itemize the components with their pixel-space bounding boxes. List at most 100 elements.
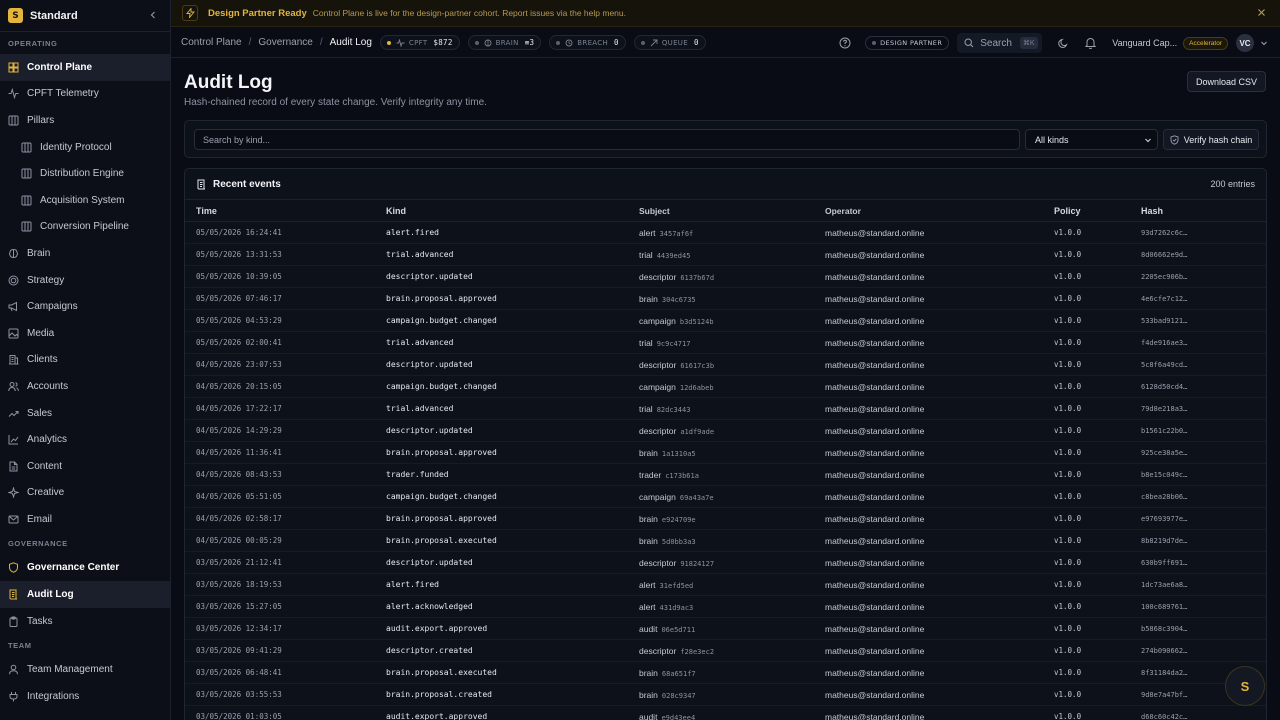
table-row[interactable]: 03/05/2026 03:55:53 brain.proposal.creat…	[185, 684, 1266, 706]
sidebar-item-analytics[interactable]: Analytics	[0, 426, 170, 453]
cell-policy: v1.0.0	[1054, 316, 1082, 325]
sidebar-item-tasks[interactable]: Tasks	[0, 608, 170, 635]
sidebar-item-clients[interactable]: Clients	[0, 347, 170, 374]
sidebar-item-pillars[interactable]: Pillars	[0, 107, 170, 134]
cell-hash[interactable]: 8f31184da2…	[1141, 669, 1241, 677]
column-header-operator[interactable]: Operator	[825, 206, 1054, 216]
cell-hash[interactable]: b8e15c049c…	[1141, 471, 1241, 479]
chevron-down-icon[interactable]	[1260, 39, 1268, 47]
metric-label: BRAIN	[495, 38, 519, 47]
close-banner-icon[interactable]	[1257, 8, 1266, 17]
table-row[interactable]: 05/05/2026 04:53:29 campaign.budget.chan…	[185, 310, 1266, 332]
table-row[interactable]: 04/05/2026 02:58:17 brain.proposal.appro…	[185, 508, 1266, 530]
sidebar-item-media[interactable]: Media	[0, 320, 170, 347]
cell-hash[interactable]: 1dc73ae6a8…	[1141, 581, 1241, 589]
download-csv-button[interactable]: Download CSV	[1186, 71, 1266, 92]
sidebar-item-team-management[interactable]: Team Management	[0, 656, 170, 683]
table-row[interactable]: 05/05/2026 02:00:41 trial.advanced trial…	[185, 332, 1266, 354]
cell-hash[interactable]: 100c689761…	[1141, 603, 1241, 611]
table-row[interactable]: 04/05/2026 08:43:53 trader.funded trader…	[185, 464, 1266, 486]
cell-hash[interactable]: c8bea28b06…	[1141, 493, 1241, 501]
sidebar-item-control-plane[interactable]: Control Plane	[0, 54, 170, 81]
table-row[interactable]: 05/05/2026 10:39:05 descriptor.updated d…	[185, 266, 1266, 288]
assistant-fab-button[interactable]: S	[1225, 666, 1265, 706]
organization-name[interactable]: Vanguard Cap...	[1112, 38, 1177, 48]
sidebar-item-label: Strategy	[27, 274, 65, 286]
cell-hash[interactable]: 8b8219d7de…	[1141, 537, 1241, 545]
sidebar-item-audit-log[interactable]: Audit Log	[0, 581, 170, 608]
table-row[interactable]: 03/05/2026 12:34:17 audit.export.approve…	[185, 618, 1266, 640]
sidebar-item-accounts[interactable]: Accounts	[0, 373, 170, 400]
sidebar-item-campaigns[interactable]: Campaigns	[0, 293, 170, 320]
cell-hash[interactable]: 79d8e218a3…	[1141, 405, 1241, 413]
cell-hash[interactable]: 533bad9121…	[1141, 317, 1241, 325]
cell-subject: alert 31efd5ed	[639, 580, 825, 590]
table-row[interactable]: 03/05/2026 21:12:41 descriptor.updated d…	[185, 552, 1266, 574]
table-row[interactable]: 04/05/2026 00:05:29 brain.proposal.execu…	[185, 530, 1266, 552]
table-row[interactable]: 04/05/2026 11:36:41 brain.proposal.appro…	[185, 442, 1266, 464]
sidebar-item-acquisition-system[interactable]: Acquisition System	[0, 187, 170, 214]
sidebar-item-brain[interactable]: Brain	[0, 240, 170, 267]
column-header-time[interactable]: Time	[185, 206, 386, 216]
sidebar-item-sales[interactable]: Sales	[0, 400, 170, 427]
cell-hash[interactable]: d68c60c42c…	[1141, 713, 1241, 720]
search-input[interactable]: Search by kind...	[194, 129, 1020, 150]
sidebar-item-cpft-telemetry[interactable]: CPFT Telemetry	[0, 81, 170, 108]
sidebar-item-conversion-pipeline[interactable]: Conversion Pipeline	[0, 214, 170, 241]
cell-hash[interactable]: 8d06662e9d…	[1141, 251, 1241, 259]
cell-hash[interactable]: e97693977e…	[1141, 515, 1241, 523]
column-header-hash[interactable]: Hash	[1141, 206, 1241, 216]
table-row[interactable]: 03/05/2026 01:03:05 audit.export.approve…	[185, 706, 1266, 720]
column-header-subject[interactable]: Subject	[639, 206, 825, 216]
table-row[interactable]: 03/05/2026 18:19:53 alert.fired alert 31e…	[185, 574, 1266, 596]
sidebar-item-email[interactable]: Email	[0, 506, 170, 533]
breadcrumb-control-plane[interactable]: Control Plane	[181, 37, 242, 48]
table-row[interactable]: 04/05/2026 20:15:05 campaign.budget.chan…	[185, 376, 1266, 398]
sidebar-item-distribution-engine[interactable]: Distribution Engine	[0, 160, 170, 187]
table-row[interactable]: 05/05/2026 07:46:17 brain.proposal.appro…	[185, 288, 1266, 310]
cell-hash[interactable]: 630b9ff691…	[1141, 559, 1241, 567]
subject-type: alert	[639, 579, 656, 590]
theme-toggle-icon[interactable]	[1058, 38, 1069, 49]
table-row[interactable]: 04/05/2026 23:07:53 descriptor.updated d…	[185, 354, 1266, 376]
breadcrumb-governance[interactable]: Governance	[258, 37, 312, 48]
table-row[interactable]: 05/05/2026 13:31:53 trial.advanced trial…	[185, 244, 1266, 266]
table-row[interactable]: 03/05/2026 06:48:41 brain.proposal.execu…	[185, 662, 1266, 684]
brand[interactable]: S Standard	[0, 0, 170, 32]
sidebar-item-governance-center[interactable]: Governance Center	[0, 555, 170, 582]
search-button[interactable]: Search ⌘K	[957, 33, 1043, 53]
table-row[interactable]: 04/05/2026 17:22:17 trial.advanced trial…	[185, 398, 1266, 420]
cell-hash[interactable]: b5868c3904…	[1141, 625, 1241, 633]
metric-brain[interactable]: BRAIN ≡3	[467, 35, 542, 50]
sidebar-item-strategy[interactable]: Strategy	[0, 267, 170, 294]
column-header-kind[interactable]: Kind	[386, 206, 639, 216]
table-row[interactable]: 04/05/2026 14:29:29 descriptor.updated d…	[185, 420, 1266, 442]
metric-queue[interactable]: QUEUE 0	[633, 35, 706, 50]
cell-hash[interactable]: b1561c22b0…	[1141, 427, 1241, 435]
table-row[interactable]: 04/05/2026 05:51:05 campaign.budget.chan…	[185, 486, 1266, 508]
kind-select[interactable]: All kinds	[1025, 129, 1158, 150]
cell-hash[interactable]: 274b090662…	[1141, 647, 1241, 655]
help-icon[interactable]	[839, 37, 851, 49]
notifications-bell-icon[interactable]	[1085, 37, 1097, 49]
cell-hash[interactable]: 4e6cfe7c12…	[1141, 295, 1241, 303]
column-header-policy[interactable]: Policy	[1054, 206, 1141, 216]
cell-hash[interactable]: 6128d50cd4…	[1141, 383, 1241, 391]
cell-hash[interactable]: 5c8f6a49cd…	[1141, 361, 1241, 369]
cell-hash[interactable]: 93d7262c6c…	[1141, 229, 1241, 237]
cell-hash[interactable]: f4de916ae3…	[1141, 339, 1241, 347]
sidebar-item-content[interactable]: Content	[0, 453, 170, 480]
table-row[interactable]: 05/05/2026 16:24:41 alert.fired alert 345…	[185, 222, 1266, 244]
cell-hash[interactable]: 2205ec906b…	[1141, 273, 1241, 281]
sidebar-item-integrations[interactable]: Integrations	[0, 683, 170, 710]
sidebar-item-creative[interactable]: Creative	[0, 480, 170, 507]
collapse-sidebar-icon[interactable]	[148, 10, 158, 20]
sidebar-item-identity-protocol[interactable]: Identity Protocol	[0, 134, 170, 161]
metric-breach[interactable]: BREACH 0	[549, 35, 626, 50]
verify-hash-chain-button[interactable]: Verify hash chain	[1163, 129, 1259, 150]
metric-cpft[interactable]: CPFT $872	[379, 35, 460, 50]
table-row[interactable]: 03/05/2026 15:27:05 alert.acknowledged a…	[185, 596, 1266, 618]
avatar[interactable]: VC	[1236, 34, 1254, 52]
cell-hash[interactable]: 925ce38a5e…	[1141, 449, 1241, 457]
table-row[interactable]: 03/05/2026 09:41:29 descriptor.created d…	[185, 640, 1266, 662]
